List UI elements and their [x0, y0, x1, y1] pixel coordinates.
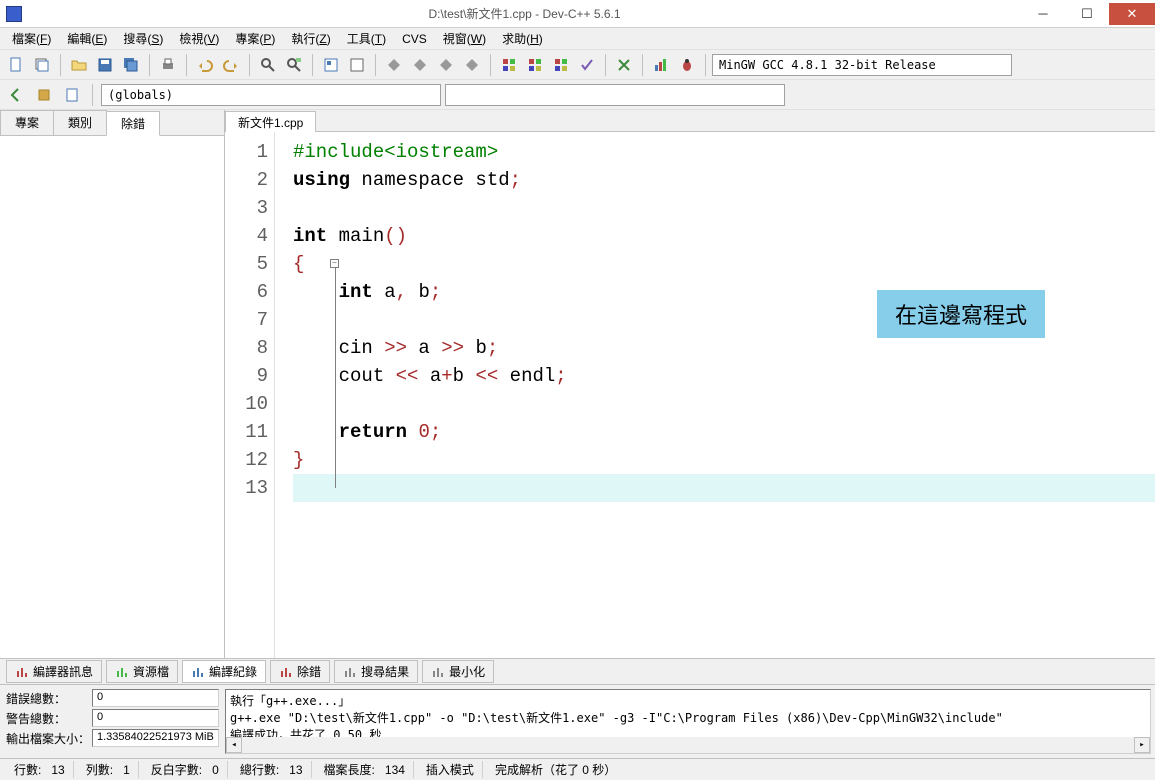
close-button[interactable]: ✕ [1109, 3, 1155, 25]
bottom-tab[interactable]: 編譯器訊息 [6, 660, 102, 683]
compile-run-button[interactable] [382, 53, 406, 77]
bottom-tab[interactable]: 最小化 [422, 660, 494, 683]
menu-item[interactable]: 視窗(W) [437, 28, 492, 49]
grid3-button[interactable] [549, 53, 573, 77]
menu-item[interactable]: 搜尋(S) [117, 28, 169, 49]
annotation-overlay: 在這邊寫程式 [877, 290, 1045, 338]
menu-bar: 檔案(F)編輯(E)搜尋(S)檢視(V)專案(P)執行(Z)工具(T)CVS視窗… [0, 28, 1155, 50]
bug-button[interactable] [675, 53, 699, 77]
toolbar-main: MinGW GCC 4.8.1 32-bit Release [0, 50, 1155, 80]
window-title: D:\test\新文件1.cpp - Dev-C++ 5.6.1 [28, 5, 1021, 22]
check-button[interactable] [575, 53, 599, 77]
bottom-tab[interactable]: 編譯紀錄 [182, 660, 266, 683]
undo-button[interactable] [193, 53, 217, 77]
size-value: 1.33584022521973 MiB [92, 729, 219, 747]
bottom-panel: 錯誤總數：0 警告總數：0 輸出檔案大小：1.33584022521973 Mi… [0, 684, 1155, 758]
menu-item[interactable]: 專案(P) [229, 28, 281, 49]
grid2-button[interactable] [523, 53, 547, 77]
menu-item[interactable]: 求助(H) [496, 28, 549, 49]
bottom-tab-bar: 編譯器訊息資源檔編譯紀錄除錯搜尋結果最小化 [0, 658, 1155, 684]
stop-button[interactable] [612, 53, 636, 77]
status-bar: 行數: 13 列數: 1 反白字數: 0 總行數: 13 檔案長度: 134 插… [0, 758, 1155, 780]
err-value: 0 [92, 689, 219, 707]
print-button[interactable] [156, 53, 180, 77]
toolbar-scope: (globals) [0, 80, 1155, 110]
menu-item[interactable]: 工具(T) [341, 28, 392, 49]
compile-button[interactable] [319, 53, 343, 77]
run-button[interactable] [345, 53, 369, 77]
open-button[interactable] [67, 53, 91, 77]
sidebar-content [0, 136, 224, 658]
line-gutter: 12345678910111213 [225, 132, 275, 658]
side-tab[interactable]: 除錯 [106, 111, 160, 136]
nav-back-button[interactable] [4, 83, 28, 107]
grid1-button[interactable] [497, 53, 521, 77]
sidebar: 專案類別除錯 [0, 110, 225, 658]
member-select[interactable] [445, 84, 785, 106]
menu-item[interactable]: CVS [396, 30, 433, 48]
insert-mode: 插入模式 [418, 761, 483, 778]
app-icon [0, 0, 28, 28]
scope-select[interactable]: (globals) [101, 84, 441, 106]
menu-item[interactable]: 檢視(V) [173, 28, 225, 49]
warn-value: 0 [92, 709, 219, 727]
menu-item[interactable]: 檔案(F) [6, 28, 57, 49]
code-editor[interactable]: 12345678910111213 − #include<iostream>us… [225, 132, 1155, 658]
side-tab[interactable]: 專案 [0, 110, 54, 135]
bottom-tab[interactable]: 除錯 [270, 660, 330, 683]
find-button[interactable] [256, 53, 280, 77]
nav-forward-button[interactable] [32, 83, 56, 107]
compiler-select[interactable]: MinGW GCC 4.8.1 32-bit Release [712, 54, 1012, 76]
editor-tab-bar: 新文件1.cpp [225, 110, 1155, 132]
save-button[interactable] [93, 53, 117, 77]
replace-button[interactable] [282, 53, 306, 77]
menu-item[interactable]: 編輯(E) [61, 28, 113, 49]
redo-button[interactable] [219, 53, 243, 77]
profile-button[interactable] [460, 53, 484, 77]
bookmark-button[interactable] [60, 83, 84, 107]
menu-item[interactable]: 執行(Z) [285, 28, 336, 49]
chart-button[interactable] [649, 53, 673, 77]
parse-status: 完成解析（花了 0 秒） [487, 761, 624, 778]
side-tab[interactable]: 類別 [53, 110, 107, 135]
debug-button[interactable] [434, 53, 458, 77]
warn-label: 警告總數： [6, 710, 92, 727]
size-label: 輸出檔案大小： [6, 730, 92, 747]
new-file-button[interactable] [4, 53, 28, 77]
save-all-button[interactable] [119, 53, 143, 77]
compile-stats: 錯誤總數：0 警告總數：0 輸出檔案大小：1.33584022521973 Mi… [0, 685, 225, 758]
editor-tab[interactable]: 新文件1.cpp [225, 111, 316, 132]
new-project-button[interactable] [30, 53, 54, 77]
bottom-tab[interactable]: 搜尋結果 [334, 660, 418, 683]
maximize-button[interactable]: ☐ [1065, 3, 1109, 25]
bottom-tab[interactable]: 資源檔 [106, 660, 178, 683]
compile-log[interactable]: 執行「g++.exe...」g++.exe "D:\test\新文件1.cpp"… [225, 689, 1151, 754]
minimize-button[interactable]: ─ [1021, 3, 1065, 25]
title-bar: D:\test\新文件1.cpp - Dev-C++ 5.6.1 ─ ☐ ✕ [0, 0, 1155, 28]
rebuild-button[interactable] [408, 53, 432, 77]
err-label: 錯誤總數： [6, 690, 92, 707]
